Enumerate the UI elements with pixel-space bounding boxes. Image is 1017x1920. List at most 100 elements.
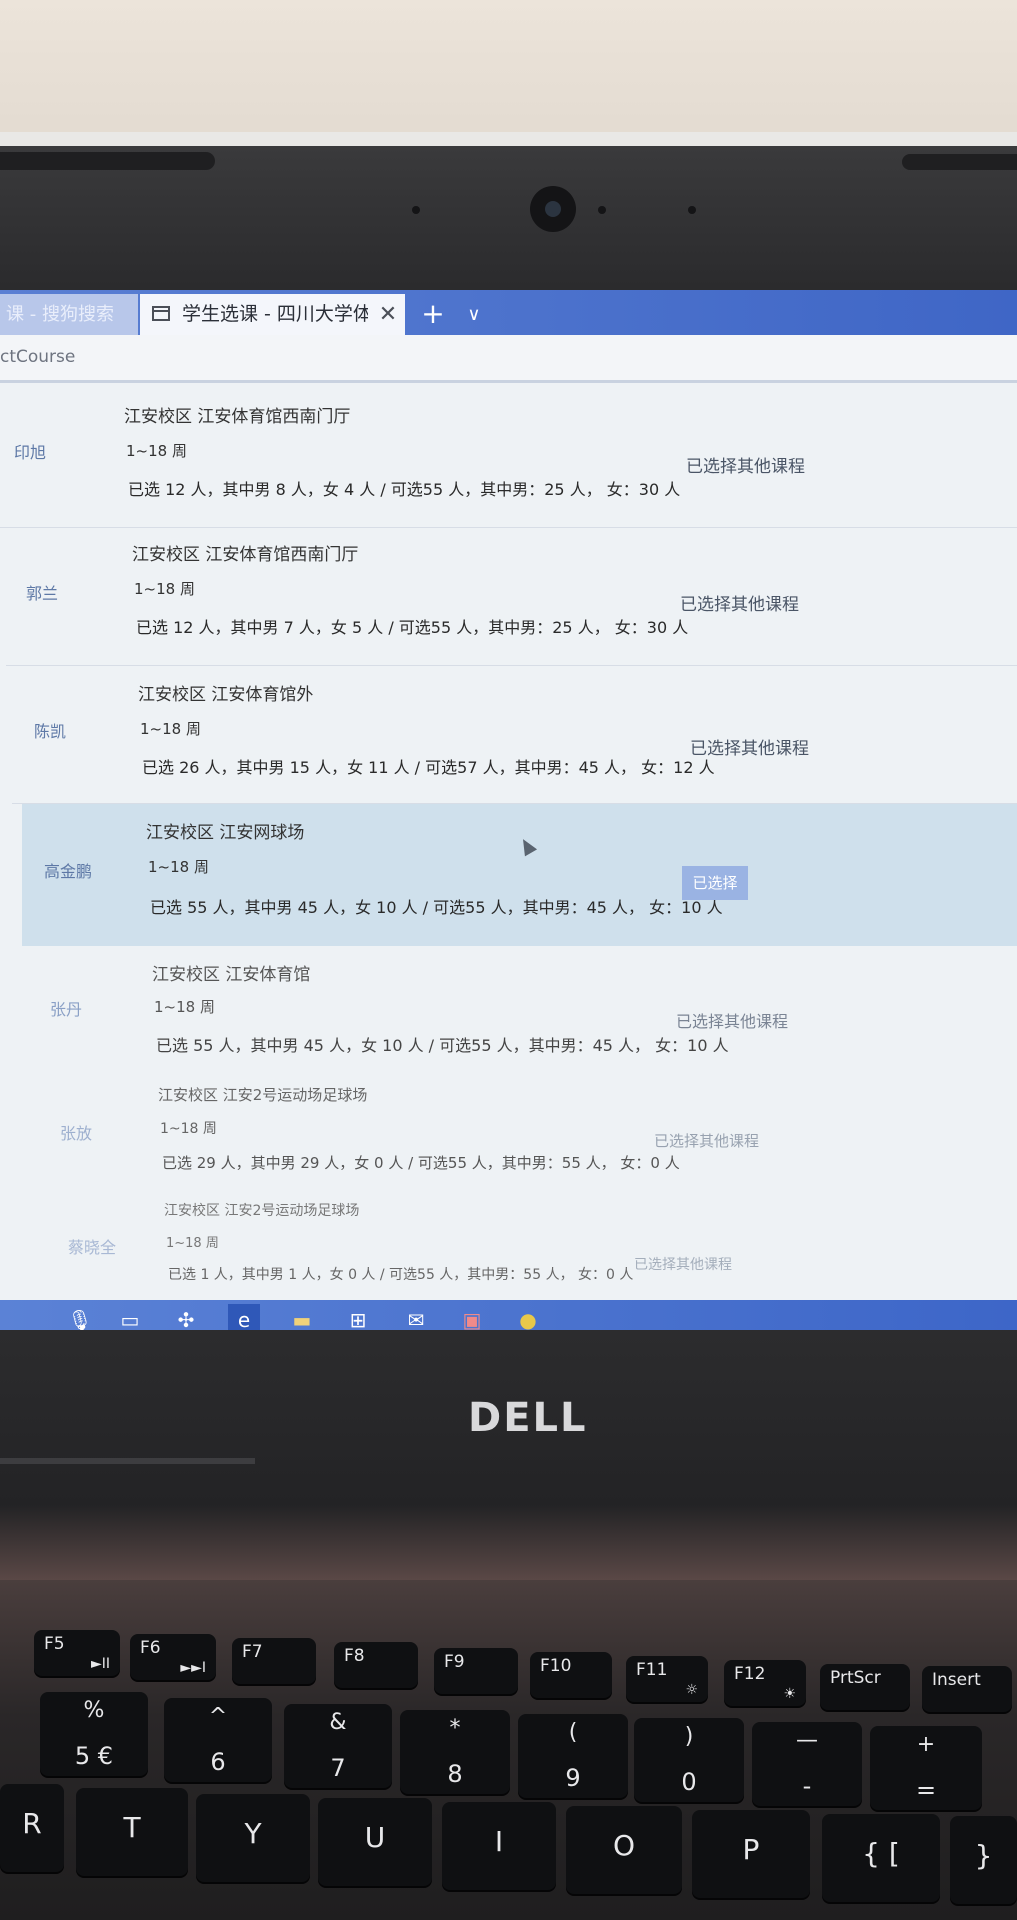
key-p[interactable]: P [692,1810,810,1898]
course-row: 郭兰 江安校区 江安体育馆西南门厅 1~18 周 已选 12 人，其中男 7 人… [6,528,1017,666]
status-text: 已选择其他课程 [690,739,809,759]
status-text: 已选择其他课程 [676,1012,789,1031]
weeks-text: 1~18 周 [148,858,209,876]
venue-text: 江安校区 江安体育馆西南门厅 [132,545,359,565]
webcam-lens [545,201,561,217]
enrollment-stats: 已选 55 人，其中男 45 人，女 10 人 / 可选55 人，其中男：45 … [150,898,723,917]
key-u[interactable]: U [318,1798,432,1886]
tab-active[interactable]: 学生选课 - 四川大学体育 ✕ [140,294,405,335]
key-8[interactable]: * 8 [400,1710,510,1794]
key-f9[interactable]: F9 [434,1648,518,1694]
bezel-strip-right [902,154,1017,170]
course-row: 蔡晓全 江安校区 江安2号运动场足球场 1~18 周 已选 1 人，其中男 1 … [42,1190,1017,1300]
sensor-dot [688,206,696,214]
edge-icon[interactable]: e [228,1304,260,1330]
mail-icon[interactable]: ✉ [400,1304,432,1330]
key-equals[interactable]: + = [870,1726,982,1810]
weeks-text: 1~18 周 [154,998,215,1016]
app-icon[interactable]: ● [512,1304,544,1330]
weeks-text: 1~18 周 [160,1121,217,1137]
course-row-selected: 高金鹏 江安校区 江安网球场 1~18 周 已选 55 人，其中男 45 人，女… [22,804,1017,946]
teacher-name[interactable]: 蔡晓全 [68,1234,116,1258]
weeks-text: 1~18 周 [166,1236,219,1251]
hinge-line [0,1458,255,1464]
key-5[interactable]: % 5 € [40,1692,148,1776]
key-9[interactable]: (9 [518,1714,628,1798]
key-f6[interactable]: F6 ►►I [130,1634,216,1680]
app-icon[interactable]: ✣ [170,1304,202,1330]
enrollment-stats: 已选 1 人，其中男 1 人，女 0 人 / 可选55 人，其中男：55 人， … [168,1267,634,1283]
enrollment-stats: 已选 12 人，其中男 8 人，女 4 人 / 可选55 人，其中男：25 人，… [128,480,681,499]
enrollment-stats: 已选 12 人，其中男 7 人，女 5 人 / 可选55 人，其中男：25 人，… [136,618,689,637]
new-tab-button[interactable]: + [418,294,448,335]
key-f5[interactable]: F5 ►II [34,1630,120,1676]
key-0[interactable]: ) 0 [634,1718,744,1802]
venue-text: 江安校区 江安2号运动场足球场 [158,1086,368,1104]
teacher-name[interactable]: 高金鹏 [44,858,92,882]
tab-previous[interactable]: 课 - 搜狗搜索 [0,294,138,335]
screen-bezel-bottom [0,1330,1017,1580]
status-text: 已选择其他课程 [686,457,805,477]
teacher-name[interactable]: 郭兰 [26,580,58,604]
chevron-down-icon[interactable]: ∨ [462,294,486,335]
venue-text: 江安校区 江安体育馆 [152,965,311,985]
wall-background [0,0,1017,140]
key-o[interactable]: O [566,1806,682,1894]
key-f12[interactable]: F12 ☀ [724,1660,806,1706]
address-bar[interactable]: ctCourse [0,335,1017,383]
status-text: 已选择其他课程 [680,595,799,615]
key-6[interactable]: ^ 6 [164,1698,272,1782]
status-text: 已选择其他课程 [634,1257,732,1273]
key-r[interactable]: R [0,1784,64,1872]
venue-text: 江安校区 江安2号运动场足球场 [164,1203,360,1219]
venue-text: 江安校区 江安体育馆西南门厅 [124,407,351,427]
venue-text: 江安校区 江安网球场 [146,823,305,843]
key-i[interactable]: I [442,1802,556,1890]
laptop-screen: 课 - 搜狗搜索 学生选课 - 四川大学体育 ✕ + ∨ ctCourse 印旭… [0,290,1017,1330]
key-open-bracket[interactable]: { [ [822,1814,940,1902]
sensor-dot [598,206,606,214]
selected-button[interactable]: 已选择 [682,866,748,900]
microphone-icon[interactable]: 🎙 [64,1304,96,1330]
page-icon [152,306,170,321]
teacher-name[interactable]: 张丹 [50,996,82,1020]
key-f8[interactable]: F8 [334,1642,418,1688]
key-y[interactable]: Y [196,1794,310,1882]
app-icon[interactable]: ▣ [456,1304,488,1330]
browser-tab-bar: 课 - 搜狗搜索 学生选课 - 四川大学体育 ✕ + ∨ [0,290,1017,335]
enrollment-stats: 已选 55 人，其中男 45 人，女 10 人 / 可选55 人，其中男：45 … [156,1036,729,1055]
key-f7[interactable]: F7 [232,1638,316,1684]
venue-text: 江安校区 江安体育馆外 [138,685,314,705]
enrollment-stats: 已选 26 人，其中男 15 人，女 11 人 / 可选57 人，其中男：45 … [142,758,715,777]
weeks-text: 1~18 周 [126,442,187,460]
key-f11[interactable]: F11 ☼ [626,1656,708,1702]
key-insert[interactable]: Insert [922,1666,1012,1712]
key-f10[interactable]: F10 [530,1652,612,1698]
course-row: 陈凯 江安校区 江安体育馆外 1~18 周 已选 26 人，其中男 15 人，女… [12,666,1017,804]
key-close-bracket[interactable]: } [950,1816,1017,1904]
weeks-text: 1~18 周 [134,580,195,598]
bezel-strip-left [0,152,215,170]
task-view-icon[interactable]: ▭ [114,1304,146,1330]
course-list: 印旭 江安校区 江安体育馆西南门厅 1~18 周 已选 12 人，其中男 8 人… [0,390,1017,1330]
tab-title: 学生选课 - 四川大学体育 [182,303,368,325]
teacher-name[interactable]: 印旭 [14,439,46,463]
course-row: 张放 江安校区 江安2号运动场足球场 1~18 周 已选 29 人，其中男 29… [36,1072,1017,1190]
windows-taskbar: 🎙 ▭ ✣ e ▬ ⊞ ✉ ▣ ● [0,1300,1017,1330]
key-t[interactable]: T [76,1788,188,1876]
teacher-name[interactable]: 陈凯 [34,718,66,742]
key-minus[interactable]: — - [752,1722,862,1806]
close-icon[interactable]: ✕ [376,294,400,335]
key-7[interactable]: & 7 [284,1704,392,1788]
course-row: 张丹 江安校区 江安体育馆 1~18 周 已选 55 人，其中男 45 人，女 … [30,946,1017,1072]
mouse-cursor-icon [516,835,538,857]
key-prtscr[interactable]: PrtScr [820,1664,910,1710]
file-explorer-icon[interactable]: ▬ [286,1304,318,1330]
dell-logo: DELL [468,1395,588,1441]
address-text: ctCourse [0,347,76,367]
teacher-name[interactable]: 张放 [60,1120,92,1144]
status-text: 已选择其他课程 [654,1132,760,1150]
store-icon[interactable]: ⊞ [342,1304,374,1330]
course-row: 印旭 江安校区 江安体育馆西南门厅 1~18 周 已选 12 人，其中男 8 人… [0,390,1017,528]
weeks-text: 1~18 周 [140,720,201,738]
